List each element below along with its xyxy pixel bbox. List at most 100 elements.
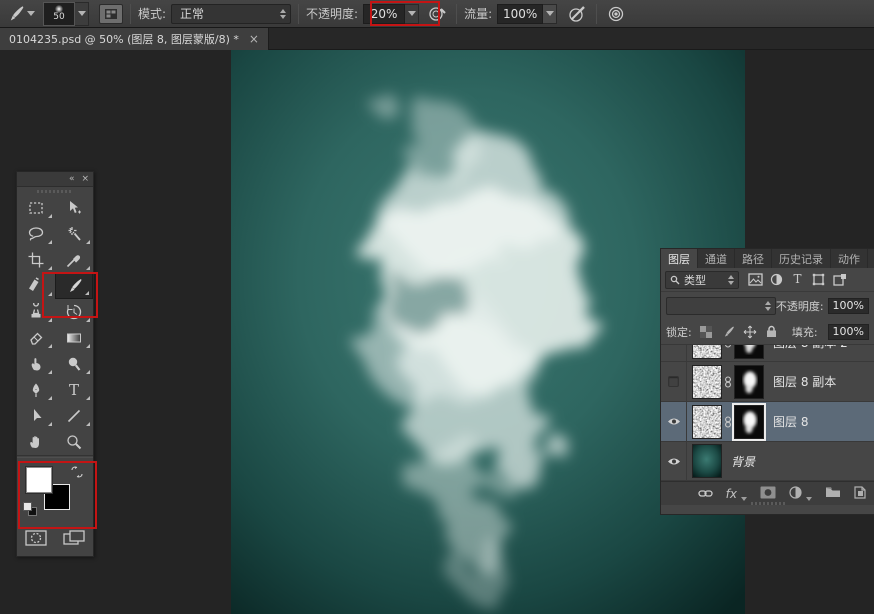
path-selection-tool[interactable] — [17, 403, 55, 429]
tab-channels[interactable]: 通道 — [698, 249, 735, 268]
layer-thumbnail[interactable] — [692, 444, 722, 478]
layer-row[interactable]: 图层 8 副本 — [661, 362, 874, 402]
layer-opacity-value[interactable]: 100% — [828, 298, 869, 314]
dodge-tool[interactable] — [55, 351, 93, 377]
line-tool[interactable] — [55, 403, 93, 429]
color-swatches — [17, 458, 93, 526]
lock-transparent-pixels-icon[interactable] — [698, 324, 714, 340]
magic-wand-tool[interactable] — [55, 221, 93, 247]
document-title: 0104235.psd @ 50% (图层 8, 图层蒙版/8) * — [9, 31, 239, 47]
close-tab-icon[interactable]: × — [249, 32, 259, 46]
history-brush-tool[interactable] — [55, 299, 93, 325]
visibility-toggle[interactable] — [661, 441, 687, 481]
layer-thumbnail[interactable] — [692, 345, 722, 359]
brush-preset-picker[interactable]: 50 — [35, 2, 89, 26]
toolbox-drag-grip[interactable] — [17, 187, 93, 195]
brush-picker-caret[interactable] — [75, 2, 89, 26]
mask-link-icon[interactable] — [722, 376, 734, 388]
smudge-tool[interactable] — [17, 351, 55, 377]
eye-hidden-icon — [668, 376, 679, 387]
panel-resize-grip[interactable] — [751, 502, 785, 505]
new-adjustment-layer-icon[interactable] — [789, 486, 802, 502]
fill-value[interactable]: 100% — [828, 324, 869, 340]
filter-smart-objects-icon[interactable] — [830, 271, 849, 288]
clone-stamp-tool[interactable] — [17, 299, 55, 325]
tab-paths[interactable]: 路径 — [735, 249, 772, 268]
layer-mask-thumbnail[interactable] — [734, 405, 764, 439]
link-layers-icon[interactable] — [698, 487, 713, 501]
layer-row-background[interactable]: 背景 — [661, 442, 874, 481]
type-tool-glyph: T — [69, 383, 79, 398]
filter-adjustment-layers-icon[interactable] — [767, 271, 786, 288]
tablet-pressure-opacity-icon[interactable] — [425, 3, 449, 25]
layer-blend-mode-select[interactable] — [666, 297, 776, 315]
opacity-value[interactable]: 20% — [363, 4, 405, 24]
eye-icon — [667, 457, 681, 466]
divider — [130, 4, 131, 24]
document-tab[interactable]: 0104235.psd @ 50% (图层 8, 图层蒙版/8) * × — [0, 28, 269, 50]
brush-tool[interactable] — [55, 273, 93, 299]
toggle-brush-panel-icon[interactable] — [99, 4, 123, 24]
layer-name: 图层 8 — [773, 413, 808, 430]
layer-style-icon[interactable]: fx — [726, 487, 737, 501]
brush-tool-icon[interactable] — [5, 3, 35, 25]
pen-tool[interactable] — [17, 377, 55, 403]
filter-shape-layers-icon[interactable] — [809, 271, 828, 288]
eraser-tool[interactable] — [17, 325, 55, 351]
filter-pixel-layers-icon[interactable] — [746, 271, 765, 288]
airbrush-icon[interactable] — [565, 3, 589, 25]
layer-row-selected[interactable]: 图层 8 — [661, 402, 874, 442]
eyedropper-tool[interactable] — [55, 247, 93, 273]
filter-type-layers-icon[interactable]: T — [788, 271, 807, 288]
updown-arrows-icon — [272, 9, 286, 19]
close-panel-icon[interactable]: × — [81, 174, 89, 184]
opacity-control[interactable]: 20% — [363, 4, 419, 24]
visibility-toggle[interactable] — [661, 345, 687, 362]
tab-layers[interactable]: 图层 — [661, 249, 698, 268]
lasso-tool[interactable] — [17, 221, 55, 247]
swap-colors-icon[interactable] — [69, 464, 85, 484]
rectangular-marquee-tool[interactable] — [17, 195, 55, 221]
crop-tool[interactable] — [17, 247, 55, 273]
lock-image-pixels-icon[interactable] — [720, 324, 736, 340]
flow-caret[interactable] — [543, 4, 557, 24]
eye-icon — [667, 417, 681, 426]
layer-filter-select[interactable]: 类型 — [665, 271, 739, 289]
lock-all-icon[interactable] — [764, 324, 780, 340]
toolbox-header: « × — [17, 172, 93, 187]
lock-position-icon[interactable] — [742, 324, 758, 340]
type-tool[interactable]: T — [55, 377, 93, 403]
visibility-toggle[interactable] — [661, 362, 687, 402]
tablet-pressure-size-icon[interactable] — [604, 3, 628, 25]
spot-healing-brush-tool[interactable] — [17, 273, 55, 299]
layer-name: 背景 — [731, 453, 755, 470]
flow-value[interactable]: 100% — [497, 4, 543, 24]
zoom-tool[interactable] — [55, 429, 93, 455]
visibility-toggle[interactable] — [661, 402, 687, 442]
layer-thumbnail[interactable] — [692, 365, 722, 399]
flow-label: 流量: — [464, 5, 492, 22]
layer-name: 图层 8 副本 — [773, 373, 836, 390]
mask-link-icon[interactable] — [722, 416, 734, 428]
blend-mode-select[interactable]: 正常 — [171, 4, 291, 24]
new-group-icon[interactable] — [825, 486, 841, 501]
foreground-color-swatch[interactable] — [26, 467, 52, 493]
gradient-tool[interactable] — [55, 325, 93, 351]
layer-mask-thumbnail[interactable] — [734, 365, 764, 399]
flow-control[interactable]: 100% — [497, 4, 557, 24]
hand-tool[interactable] — [17, 429, 55, 455]
layers-footer: fx — [661, 481, 874, 505]
new-layer-icon[interactable] — [854, 486, 866, 502]
layer-thumbnail[interactable] — [692, 405, 722, 439]
opacity-caret[interactable] — [405, 4, 419, 24]
layer-row[interactable]: 图层 8 副本 2 — [661, 345, 874, 362]
add-layer-mask-icon[interactable] — [760, 486, 776, 502]
move-tool[interactable] — [55, 195, 93, 221]
mask-link-icon[interactable] — [722, 345, 734, 348]
tab-actions[interactable]: 动作 — [831, 249, 868, 268]
collapse-panel-icon[interactable]: « — [69, 174, 75, 184]
screen-mode-icon[interactable] — [63, 530, 85, 550]
quick-mask-mode-icon[interactable] — [25, 530, 47, 550]
tab-history[interactable]: 历史记录 — [772, 249, 831, 268]
layer-mask-thumbnail[interactable] — [734, 345, 764, 359]
